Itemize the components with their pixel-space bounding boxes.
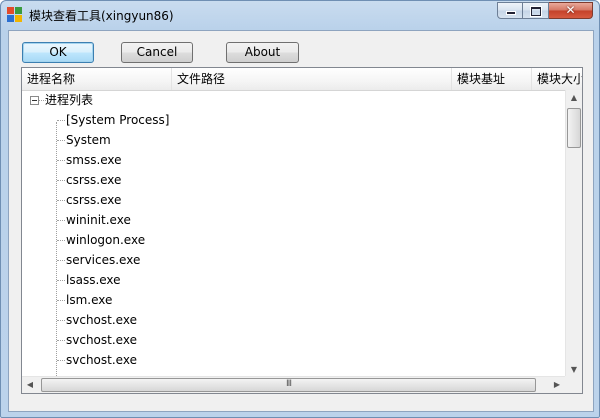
dialog-client: OK Cancel About 进程名称 文件路径 模块基址 模块大小 进程列表… [8,30,594,412]
maximize-button[interactable] [523,2,549,19]
tree-item-label: lsm.exe [66,293,113,307]
tree-item-label: wininit.exe [66,213,131,227]
column-header: 进程名称 文件路径 模块基址 模块大小 [22,68,582,91]
column-module-base[interactable]: 模块基址 [452,68,532,90]
tree-item-label: smss.exe [66,153,122,167]
tree-item[interactable]: svchost.exe [22,310,569,330]
close-icon: ✕ [565,3,576,17]
tree-item-label: services.exe [66,253,141,267]
tree-item[interactable]: services.exe [22,250,569,270]
tree-root-label: 进程列表 [45,93,94,107]
tree-item[interactable]: System [22,130,569,150]
tree-root[interactable]: 进程列表 [22,90,569,110]
app-icon [7,7,23,23]
about-button[interactable]: About [226,42,299,63]
collapse-icon[interactable] [30,96,39,105]
scroll-up-icon[interactable]: ▲ [566,90,582,106]
caption-buttons: ✕ [497,2,593,20]
minimize-button[interactable] [497,2,523,19]
column-file-path[interactable]: 文件路径 [172,68,452,90]
scroll-left-icon[interactable]: ◀ [22,377,38,393]
tree-item[interactable]: lsm.exe [22,290,569,310]
main-window: 模块查看工具(xingyun86) ✕ OK Cancel About 进程名称… [0,0,600,418]
tree-item[interactable]: csrss.exe [22,190,569,210]
tree-item[interactable]: [System Process] [22,110,569,130]
tree-item-label: System [66,133,111,147]
process-tree: 进程列表 [System Process] System smss.exe cs… [22,90,569,378]
cancel-button[interactable]: Cancel [121,42,193,63]
maximize-icon [531,7,541,16]
tree-item-label: [System Process] [66,113,170,127]
vertical-scrollbar[interactable]: ▲ ▼ [565,90,582,378]
close-button[interactable]: ✕ [549,2,593,19]
tree-item-label: svchost.exe [66,333,137,347]
horizontal-scroll-thumb[interactable]: III [41,378,536,392]
tree-item-label: svchost.exe [66,313,137,327]
tree-item[interactable]: smss.exe [22,150,569,170]
scroll-right-icon[interactable]: ▶ [549,377,565,393]
tree-item[interactable]: csrss.exe [22,170,569,190]
column-process-name[interactable]: 进程名称 [22,68,172,90]
column-module-size[interactable]: 模块大小 [532,68,582,90]
tree-item[interactable]: lsass.exe [22,270,569,290]
ok-button[interactable]: OK [22,42,94,63]
tree-item[interactable]: winlogon.exe [22,230,569,250]
horizontal-scrollbar[interactable]: ◀ III ▶ [22,376,582,393]
process-list-view[interactable]: 进程名称 文件路径 模块基址 模块大小 进程列表 [System Process… [21,67,583,394]
vertical-scroll-thumb[interactable] [567,108,581,148]
tree-item[interactable]: wininit.exe [22,210,569,230]
tree-item-label: svchost.exe [66,353,137,367]
tree-item-label: csrss.exe [66,193,122,207]
title-bar[interactable]: 模块查看工具(xingyun86) ✕ [1,1,599,29]
minimize-icon [507,12,515,14]
tree-item[interactable]: svchost.exe [22,350,569,370]
tree-item-label: winlogon.exe [66,233,146,247]
tree-item-label: csrss.exe [66,173,122,187]
window-title: 模块查看工具(xingyun86) [29,9,174,23]
tree-item[interactable]: svchost.exe [22,330,569,350]
scroll-corner [565,376,582,393]
tree-item-label: lsass.exe [66,273,121,287]
